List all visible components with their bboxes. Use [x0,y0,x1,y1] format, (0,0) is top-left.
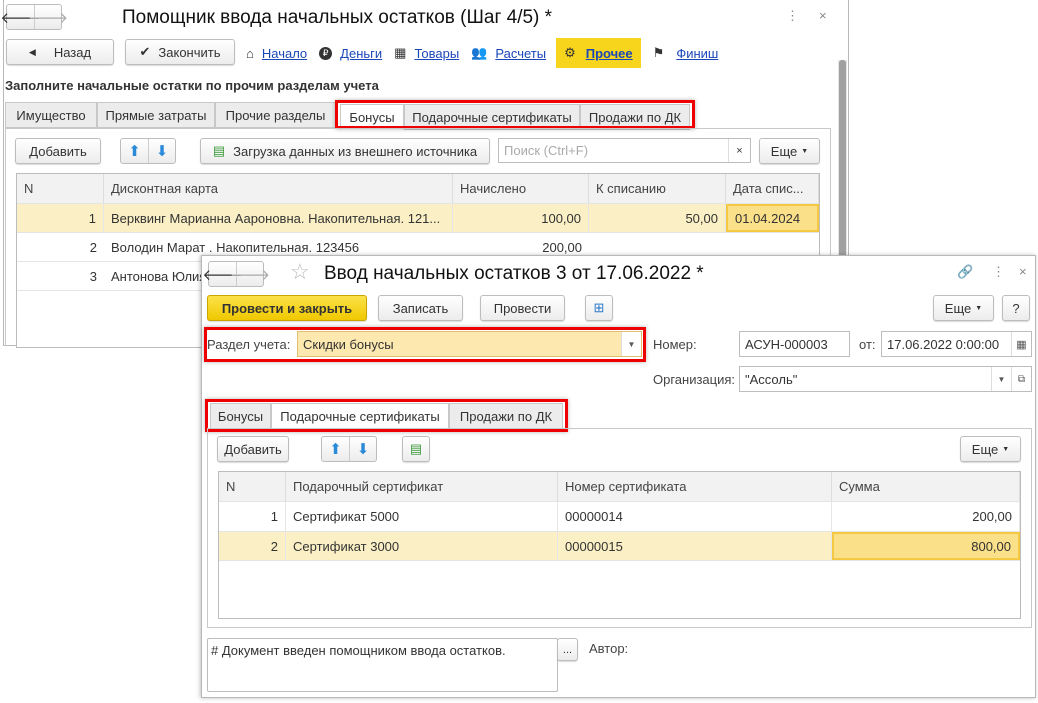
home-icon: ⌂ [246,45,254,61]
ruble-icon: ₽ [319,46,333,60]
more-button[interactable]: Еще ▼ [759,138,820,164]
step-settlements[interactable]: Расчеты [495,46,546,61]
table-row[interactable]: 1 Сертификат 5000 00000014 200,00 [219,502,1020,532]
window-title: Ввод начальных остатков 3 от 17.06.2022 … [324,263,704,284]
step-other-active[interactable]: ⚙ Прочее [556,38,641,68]
dropdown-icon: ▼ [1002,445,1010,453]
tab-direct-costs[interactable]: Прямые затраты [97,102,215,128]
step-nav: ⌂ Начало ₽ Деньги ▦ Товары 👥 Расчеты ⚙ Прочее… [246,38,718,68]
step-finish[interactable]: Финиш [676,46,718,61]
close-icon[interactable]: × [1019,264,1027,279]
table-load-icon: ▤ [409,441,423,456]
table-header: N Подарочный сертификат Номер сертификат… [219,472,1020,502]
window-title: Помощник ввода начальных остатков (Шаг 4… [122,7,553,28]
highlight-frame [335,100,695,129]
more-menu-icon[interactable]: ⋮ [786,8,799,24]
calendar-icon[interactable]: ▦ [1011,332,1031,356]
check-icon: ✔ [139,44,151,59]
comment-textarea[interactable]: # Документ введен помощником ввода остат… [207,638,558,692]
arrow-down-icon[interactable]: ⬇ [148,139,175,163]
table-load-icon: ▤ [212,143,226,158]
move-buttons: ⬆ ⬇ [321,436,377,462]
people-icon: 👥 [471,45,488,60]
dropdown-icon: ▼ [975,304,983,312]
tab-other-sections[interactable]: Прочие разделы [215,102,336,128]
arrow-up-icon[interactable]: ⬆ [121,139,148,163]
move-buttons: ⬆ ⬇ [120,138,176,164]
table-row[interactable]: 2 Сертификат 3000 00000015 800,00 [219,532,1020,561]
step-money[interactable]: Деньги [340,46,382,61]
link-icon[interactable]: 🔗 [957,264,973,280]
step-start[interactable]: Начало [262,46,307,61]
table-row[interactable]: 1 Верквинг Марианна Аароновна. Накопител… [17,204,819,233]
document-window: 🡐 🡒 ☆ Ввод начальных остатков 3 от 17.06.… [201,255,1036,698]
dropdown-icon[interactable]: ▼ [991,367,1011,391]
add-button[interactable]: Добавить [15,138,101,164]
gear-icon: ⚙ [564,45,576,60]
search-input[interactable]: Поиск (Ctrl+F) × [498,138,751,163]
organization-select[interactable]: "Ассоль" ▼ ⧉ [739,366,1032,392]
open-icon[interactable]: ⧉ [1011,367,1031,391]
history-nav: 🡐 🡒 [202,261,270,287]
post-button[interactable]: Провести [480,295,565,321]
more-button[interactable]: Еще ▼ [933,295,994,321]
tab-property[interactable]: Имущество [5,102,97,128]
back-button[interactable]: ◀ Назад [6,39,114,65]
table-header: N Дисконтная карта Начислено К списанию … [17,174,819,204]
hierarchy-icon: ⊞ [593,300,605,315]
favorite-star-icon[interactable]: ☆ [290,259,310,285]
load-button[interactable]: ▤ [402,436,430,462]
more-button[interactable]: Еще ▼ [960,436,1021,462]
close-icon[interactable]: × [819,8,827,23]
structure-button[interactable]: ⊞ [585,295,613,321]
finish-button[interactable]: ✔ Закончить [125,39,235,65]
section-heading: Заполните начальные остатки по прочим ра… [5,78,379,93]
help-button[interactable]: ? [1002,295,1030,321]
dropdown-icon: ▼ [801,147,809,155]
forward-arrow-icon[interactable]: 🡒 [230,262,270,286]
history-nav: 🡐 🡒 [0,4,68,30]
comment-edit-button[interactable]: ... [557,638,578,661]
post-and-close-button[interactable]: Провести и закрыть [207,295,367,321]
date-input[interactable]: 17.06.2022 0:00:00 ▦ [881,331,1032,357]
load-external-button[interactable]: ▤ Загрузка данных из внешнего источника [200,138,490,164]
arrow-up-icon[interactable]: ⬆ [322,437,349,461]
arrow-down-icon[interactable]: ⬇ [349,437,376,461]
step-goods[interactable]: Товары [414,46,459,61]
flag-icon: ⚑ [652,45,665,60]
save-button[interactable]: Записать [378,295,463,321]
forward-arrow-icon[interactable]: 🡒 [28,5,68,29]
clear-icon[interactable]: × [728,139,750,162]
gift-certificate-table: N Подарочный сертификат Номер сертификат… [218,471,1021,619]
more-menu-icon[interactable]: ⋮ [992,264,1005,280]
goods-icon: ▦ [394,45,407,60]
left-triangle-icon: ◀ [28,46,36,57]
add-button[interactable]: Добавить [217,436,289,462]
highlight-frame [204,327,646,362]
number-input[interactable]: АСУН-000003 [739,331,850,357]
